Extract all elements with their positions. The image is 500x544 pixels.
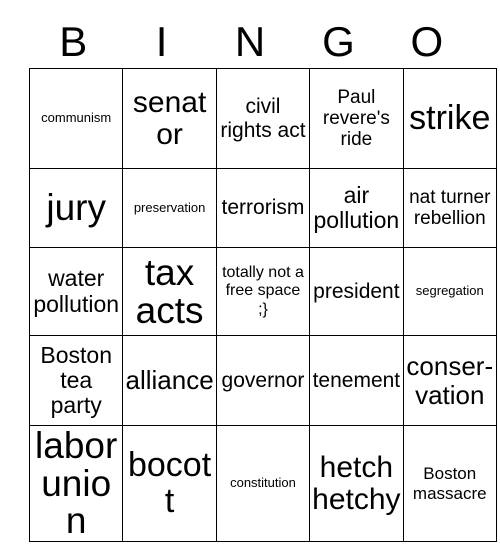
bingo-cell-label: segregation xyxy=(415,283,484,299)
bingo-card: B I N G O communism senator civil rights… xyxy=(0,0,500,544)
bingo-header-letter-i: I xyxy=(155,18,168,65)
bingo-cell-label: governor xyxy=(221,368,305,392)
bingo-cell-g4[interactable]: tenement xyxy=(309,335,404,426)
bingo-cell-i4[interactable]: alliance xyxy=(122,335,217,426)
bingo-cell-label: president xyxy=(313,279,400,303)
bingo-cell-label: terrorism xyxy=(221,196,305,220)
bingo-cell-b2[interactable]: jury xyxy=(28,168,124,248)
bingo-cell-o4[interactable]: conser-vation xyxy=(402,335,497,426)
bingo-row: communism senator civil rights act Paul … xyxy=(28,68,497,169)
bingo-cell-i5[interactable]: bocott xyxy=(122,424,217,543)
bingo-cell-o1[interactable]: strike xyxy=(402,68,497,169)
bingo-cell-b5[interactable]: labor union xyxy=(28,424,124,543)
bingo-row: Boston tea party alliance governor tenem… xyxy=(28,335,497,426)
bingo-cell-b3[interactable]: water pollution xyxy=(28,247,124,336)
bingo-cell-b1[interactable]: communism xyxy=(28,68,124,169)
bingo-cell-label: jury xyxy=(46,187,106,229)
bingo-cell-label: Boston tea party xyxy=(40,341,112,419)
bingo-cell-label: tenement xyxy=(312,368,401,392)
bingo-cell-n2[interactable]: terrorism xyxy=(215,168,311,248)
bingo-cell-label: constitution xyxy=(230,475,296,491)
bingo-cell-n1[interactable]: civil rights act xyxy=(215,68,311,169)
bingo-header-letter-n: N xyxy=(234,18,266,65)
bingo-cell-g1[interactable]: Paul revere's ride xyxy=(309,68,404,169)
bingo-cell-label: strike xyxy=(409,98,491,137)
bingo-cell-label: alliance xyxy=(125,365,214,396)
bingo-cell-i1[interactable]: senator xyxy=(122,68,217,169)
bingo-free-space-label: totally not a free space ;} xyxy=(222,263,304,318)
bingo-cell-label: conser-vation xyxy=(406,351,494,410)
bingo-row: water pollution tax acts totally not a f… xyxy=(28,247,497,336)
bingo-header-letter-g: G xyxy=(322,18,355,65)
bingo-cell-n5[interactable]: constitution xyxy=(215,424,311,543)
bingo-grid: communism senator civil rights act Paul … xyxy=(28,68,497,543)
bingo-cell-label: hetch hetchy xyxy=(312,450,401,516)
bingo-header-row: B I N G O xyxy=(29,16,471,68)
bingo-cell-i2[interactable]: preservation xyxy=(122,168,217,248)
bingo-cell-o3[interactable]: segregation xyxy=(402,247,497,336)
bingo-cell-label: communism xyxy=(41,110,112,126)
bingo-header-letter-b: B xyxy=(59,18,88,65)
bingo-cell-n4[interactable]: governor xyxy=(215,335,311,426)
bingo-cell-label: nat turner rebellion xyxy=(409,186,491,229)
bingo-cell-g5[interactable]: hetch hetchy xyxy=(309,424,404,543)
bingo-cell-label: Boston massacre xyxy=(412,464,487,503)
bingo-cell-o5[interactable]: Boston massacre xyxy=(402,424,497,543)
bingo-cell-g2[interactable]: air pollution xyxy=(309,168,404,248)
bingo-cell-label: Paul revere's ride xyxy=(322,86,390,151)
bingo-row: jury preservation terrorism air pollutio… xyxy=(28,168,497,248)
bingo-cell-b4[interactable]: Boston tea party xyxy=(28,335,124,426)
bingo-cell-o2[interactable]: nat turner rebellion xyxy=(402,168,497,248)
bingo-cell-label: senator xyxy=(132,85,207,151)
bingo-cell-label: civil rights act xyxy=(220,94,306,142)
bingo-cell-i3[interactable]: tax acts xyxy=(122,247,217,336)
bingo-cell-label: preservation xyxy=(133,199,206,215)
bingo-cell-g3[interactable]: president xyxy=(309,247,404,336)
bingo-cell-label: water pollution xyxy=(33,265,120,317)
bingo-cell-label: labor union xyxy=(35,425,118,542)
bingo-cell-label: tax acts xyxy=(135,251,204,331)
bingo-header-letter-o: O xyxy=(410,18,444,65)
bingo-row: labor union bocott constitution hetch he… xyxy=(28,424,497,543)
bingo-cell-free-space[interactable]: totally not a free space ;} xyxy=(215,247,311,336)
bingo-cell-label: bocott xyxy=(127,446,212,520)
bingo-cell-label: air pollution xyxy=(313,181,400,233)
